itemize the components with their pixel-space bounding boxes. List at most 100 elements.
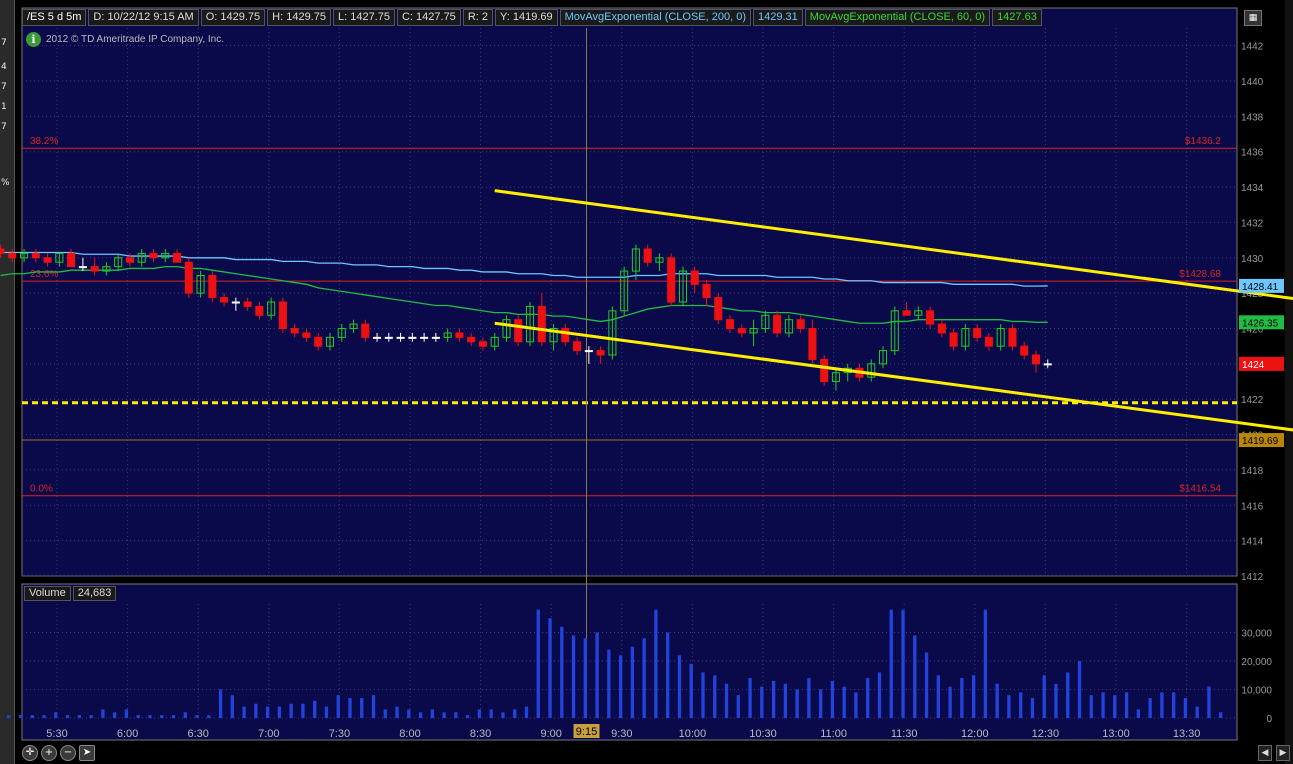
volume-bar <box>677 655 682 718</box>
ma200-label[interactable]: MovAvgExponential (CLOSE, 200, 0) <box>559 9 752 26</box>
y-value: Y: 1419.69 <box>495 9 558 26</box>
candle-body <box>243 301 252 307</box>
volume-bar <box>1066 672 1070 718</box>
candle-body <box>408 336 417 339</box>
time-tick-label: 7:30 <box>329 728 350 740</box>
date-label: D: 10/22/12 9:15 AM <box>88 9 199 26</box>
volume-bar <box>618 655 623 718</box>
volume-header: Volume 24,683 <box>24 586 117 601</box>
volume-bar <box>548 618 552 718</box>
candle-body <box>278 301 287 330</box>
candle-body <box>737 328 746 334</box>
scroll-right-icon[interactable]: ▶ <box>1276 745 1290 761</box>
volume-bar <box>89 715 93 718</box>
ma60-value: 1427.63 <box>992 9 1042 26</box>
zoom-out-icon[interactable]: − <box>60 745 76 761</box>
volume-bar <box>136 715 140 718</box>
volume-bar <box>607 649 611 718</box>
volume-bar <box>395 706 399 718</box>
volume-bar <box>371 695 376 718</box>
candle-body <box>78 266 87 269</box>
price-badge-text: 1424 <box>1242 360 1265 371</box>
low-value: L: 1427.75 <box>332 9 395 26</box>
time-tick-label: 8:00 <box>399 728 420 740</box>
volume-bar <box>1148 698 1152 718</box>
candle-body <box>314 336 323 347</box>
time-tick-label: 6:00 <box>117 728 138 740</box>
candle-body <box>643 248 652 263</box>
ma200-value: 1429.31 <box>753 9 803 26</box>
volume-bar <box>877 672 882 718</box>
chart-header: /ES 5 d 5m D: 10/22/12 9:15 AM O: 1429.7… <box>22 9 1042 26</box>
candle-body <box>773 314 782 334</box>
volume-bar <box>348 698 352 718</box>
candle-body <box>361 323 370 338</box>
volume-bar <box>524 706 529 718</box>
zoom-in-icon[interactable]: + <box>41 745 57 761</box>
volume-bar <box>1124 692 1129 718</box>
price-chart[interactable]: 1412141414161418142014221424142614281430… <box>0 0 1293 764</box>
time-tick-label: 12:00 <box>961 728 989 740</box>
volume-bar <box>65 715 70 718</box>
candle-body <box>467 336 476 343</box>
open-value: O: 1429.75 <box>200 9 266 26</box>
candle-body <box>290 328 299 334</box>
candle-body <box>1020 345 1029 356</box>
candle-body <box>702 283 711 299</box>
candle-body <box>926 310 935 325</box>
volume-bar <box>1160 692 1164 718</box>
volume-tick-label: 30,000 <box>1241 629 1272 640</box>
price-axis <box>1238 28 1285 576</box>
fib-price-label: $1436.2 <box>1185 136 1222 147</box>
volume-bar <box>1042 675 1046 718</box>
time-tick-label: 13:30 <box>1173 728 1201 740</box>
scroll-left-icon[interactable]: ◀ <box>1258 745 1272 761</box>
time-tick-label: 12:30 <box>1032 728 1060 740</box>
candle-body <box>1031 354 1041 365</box>
volume-bar <box>513 709 517 718</box>
volume-bar <box>207 715 211 718</box>
crosshair-icon[interactable]: ✛ <box>22 745 38 761</box>
candle-body <box>255 305 264 316</box>
time-tick-label: 9:30 <box>611 728 632 740</box>
volume-bar <box>148 715 152 718</box>
volume-bar <box>819 689 823 718</box>
volume-bar <box>1077 661 1082 718</box>
price-badge-text: 1426.35 <box>1242 318 1279 329</box>
candle-body <box>561 328 570 343</box>
volume-bar <box>430 709 435 718</box>
range-value: R: 2 <box>462 9 493 26</box>
candle-body <box>302 332 311 338</box>
time-tick-label: 7:00 <box>258 728 279 740</box>
time-tick-label: 8:30 <box>470 728 491 740</box>
volume-bar <box>748 678 752 718</box>
volume-bar <box>336 695 340 718</box>
volume-bar <box>101 709 105 718</box>
volume-bar <box>1136 709 1141 718</box>
volume-bar <box>842 686 846 718</box>
price-tick-label: 1430 <box>1241 254 1264 265</box>
candle-body <box>220 297 229 303</box>
candle-body <box>8 252 17 259</box>
volume-bar <box>230 695 234 718</box>
ma60-label[interactable]: MovAvgExponential (CLOSE, 60, 0) <box>804 9 991 26</box>
chart-settings-icon[interactable]: ▦ <box>1244 10 1262 26</box>
candle-body <box>455 332 464 338</box>
candle-body <box>478 341 487 347</box>
candle-body <box>208 274 217 299</box>
symbol-label[interactable]: /ES 5 d 5m <box>22 9 87 26</box>
close-value: C: 1427.75 <box>396 9 461 26</box>
volume-bar <box>7 715 11 718</box>
fib-price-label: $1428.68 <box>1179 269 1221 280</box>
pointer-icon[interactable]: ➤ <box>79 745 95 761</box>
volume-bar <box>654 609 658 718</box>
volume-bar <box>242 706 246 718</box>
info-icon[interactable]: i <box>26 32 41 47</box>
volume-bar <box>560 626 564 718</box>
volume-tick-label: 0 <box>1266 714 1272 725</box>
time-tick-label: 11:00 <box>820 728 847 740</box>
volume-bar <box>783 683 788 718</box>
candle-body <box>172 252 182 263</box>
candle-body <box>396 336 405 339</box>
volume-bar <box>536 609 540 718</box>
